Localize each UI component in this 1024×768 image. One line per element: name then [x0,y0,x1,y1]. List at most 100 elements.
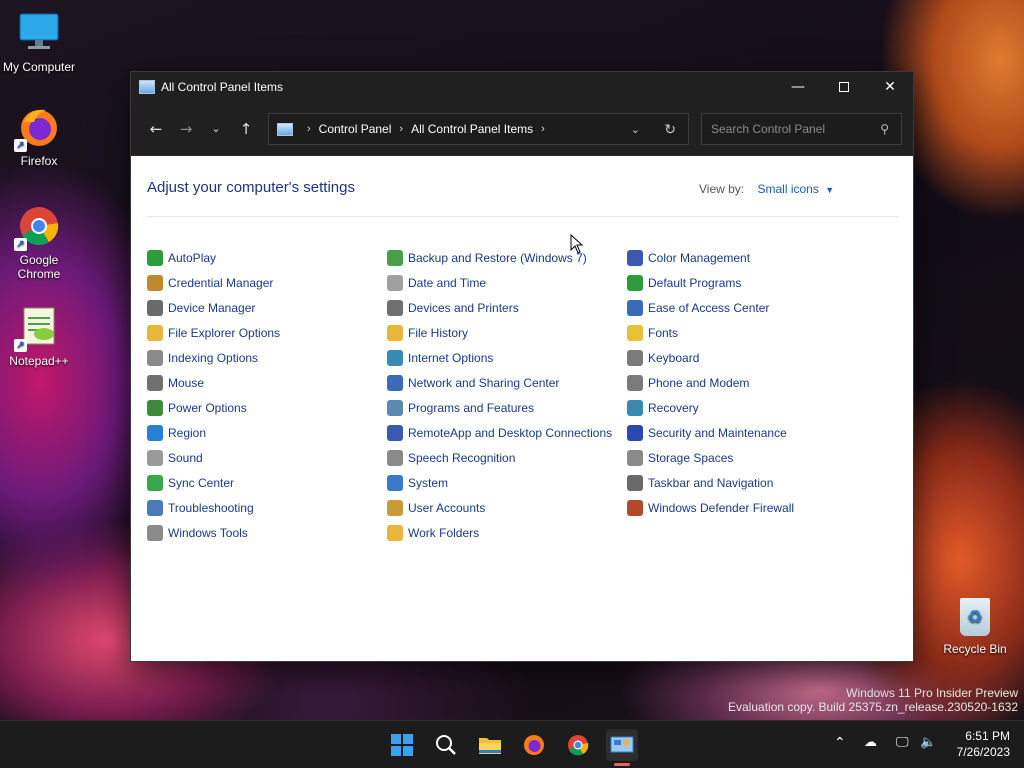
search-input[interactable] [711,122,871,136]
mouse-icon [147,374,163,391]
remoteapp-icon [387,424,403,441]
folder-icon [479,738,501,754]
address-dropdown-icon[interactable]: ⌄ [631,123,640,136]
view-by-label: View by: [699,182,745,196]
control-panel-item[interactable]: Recovery [627,395,794,420]
evaluation-watermark: Windows 11 Pro Insider Preview Evaluatio… [728,686,1018,714]
search-button[interactable] [430,729,462,761]
power-icon [147,399,163,416]
chevron-up-icon[interactable]: ⌃ [834,735,846,751]
control-panel-icon [139,80,155,94]
network-icon[interactable]: 🖵 [896,735,909,750]
control-panel-item[interactable]: Fonts [627,320,794,345]
desktop-icon-firefox[interactable]: ↗ Firefox [0,104,78,168]
control-panel-item[interactable]: Internet Options [387,345,612,370]
search-box[interactable]: ⚲ [701,113,902,145]
control-panel-item[interactable]: Windows Tools [147,520,280,545]
control-panel-item[interactable]: Devices and Printers [387,295,612,320]
control-panel-item[interactable]: Speech Recognition [387,445,612,470]
control-panel-item[interactable]: Region [147,420,280,445]
control-panel-item[interactable]: Keyboard [627,345,794,370]
control-panel-item[interactable]: Phone and Modem [627,370,794,395]
sync-icon [147,474,163,491]
onedrive-offline-icon[interactable]: ☁ [864,735,877,750]
breadcrumb-separator-icon: › [399,123,404,135]
arrow-right-icon: → [179,119,193,138]
control-panel-item[interactable]: Troubleshooting [147,495,280,520]
control-panel-item-label: Fonts [648,325,679,340]
control-panel-item[interactable]: Security and Maintenance [627,420,794,445]
volume-icon[interactable]: 🔈 [920,735,936,750]
control-panel-item[interactable]: Taskbar and Navigation [627,470,794,495]
back-button[interactable]: ← [141,114,171,144]
control-panel-item[interactable]: Sync Center [147,470,280,495]
control-panel-item[interactable]: Mouse [147,370,280,395]
desktop-icon-chrome[interactable]: ↗ Google Chrome [0,203,78,281]
control-panel-item[interactable]: File History [387,320,612,345]
control-panel-item[interactable]: Default Programs [627,270,794,295]
windows-logo-icon [391,734,413,756]
recent-locations-button[interactable]: ⌄ [201,114,231,144]
desktop-icon-label: Firefox [20,154,58,168]
desktop-icon-label: Notepad++ [9,354,69,368]
chrome-taskbar-button[interactable] [562,729,594,761]
close-button[interactable]: ✕ [867,72,913,102]
control-panel-taskbar-button[interactable] [606,729,638,761]
control-panel-item-label: Sound [168,450,203,465]
breadcrumb-separator-icon[interactable]: › [541,123,545,135]
control-panel-item[interactable]: Storage Spaces [627,445,794,470]
control-panel-item-label: System [408,475,449,490]
control-panel-item[interactable]: Work Folders [387,520,612,545]
clock[interactable]: 6:51 PM 7/26/2023 [957,728,1010,760]
control-panel-item[interactable]: AutoPlay [147,245,280,270]
firewall-icon [627,499,643,516]
refresh-icon[interactable]: ↻ [664,121,676,138]
control-panel-item-label: Storage Spaces [648,450,734,465]
control-panel-item[interactable]: Credential Manager [147,270,280,295]
control-panel-item[interactable]: Sound [147,445,280,470]
control-panel-item[interactable]: Windows Defender Firewall [627,495,794,520]
breadcrumb-control-panel[interactable]: Control Panel [319,122,392,136]
file-explorer-button[interactable] [474,729,506,761]
control-panel-icon [610,736,634,753]
control-panel-item[interactable]: Device Manager [147,295,280,320]
control-panel-item-label: Keyboard [648,350,700,365]
taskbar-icon [627,474,643,491]
up-button[interactable]: ↑ [231,114,261,144]
troubleshooting-icon [147,499,163,516]
firefox-taskbar-button[interactable] [518,729,550,761]
control-panel-item[interactable]: RemoteApp and Desktop Connections [387,420,612,445]
breadcrumb-all-items[interactable]: All Control Panel Items [411,122,533,136]
control-panel-item[interactable]: Power Options [147,395,280,420]
control-panel-item[interactable]: Ease of Access Center [627,295,794,320]
view-by-dropdown[interactable]: Small icons [757,182,818,196]
control-panel-item[interactable]: Network and Sharing Center [387,370,612,395]
address-bar[interactable]: › Control Panel › All Control Panel Item… [268,113,689,145]
control-panel-item-label: Credential Manager [168,275,274,290]
forward-button[interactable]: → [171,114,201,144]
maximize-button[interactable] [821,72,867,102]
caret-down-icon[interactable]: ▼ [825,185,834,195]
flag-icon [627,424,643,441]
printer-icon [387,299,403,316]
watermark-line: Windows 11 Pro Insider Preview [846,686,1018,700]
desktop-icon-my-computer[interactable]: My Computer [0,10,78,74]
control-panel-item[interactable]: Color Management [627,245,794,270]
search-icon[interactable]: ⚲ [880,122,889,136]
control-panel-item[interactable]: File Explorer Options [147,320,280,345]
folder-options-icon [147,324,163,341]
desktop-icon-label: Recycle Bin [943,642,1007,656]
control-panel-item[interactable]: Indexing Options [147,345,280,370]
title-bar[interactable]: All Control Panel Items — ✕ [131,72,913,102]
divider [147,216,899,217]
minimize-button[interactable]: — [775,72,821,102]
control-panel-item[interactable]: Date and Time [387,270,612,295]
control-panel-item[interactable]: User Accounts [387,495,612,520]
start-button[interactable] [386,729,418,761]
control-panel-item[interactable]: System [387,470,612,495]
control-panel-item[interactable]: Programs and Features [387,395,612,420]
desktop-icon-notepadpp[interactable]: ↗ Notepad++ [0,304,78,368]
desktop-icon-recycle-bin[interactable]: ♻ Recycle Bin [940,598,1010,656]
control-panel-item-label: Sync Center [168,475,235,490]
control-panel-item-label: Indexing Options [168,350,259,365]
